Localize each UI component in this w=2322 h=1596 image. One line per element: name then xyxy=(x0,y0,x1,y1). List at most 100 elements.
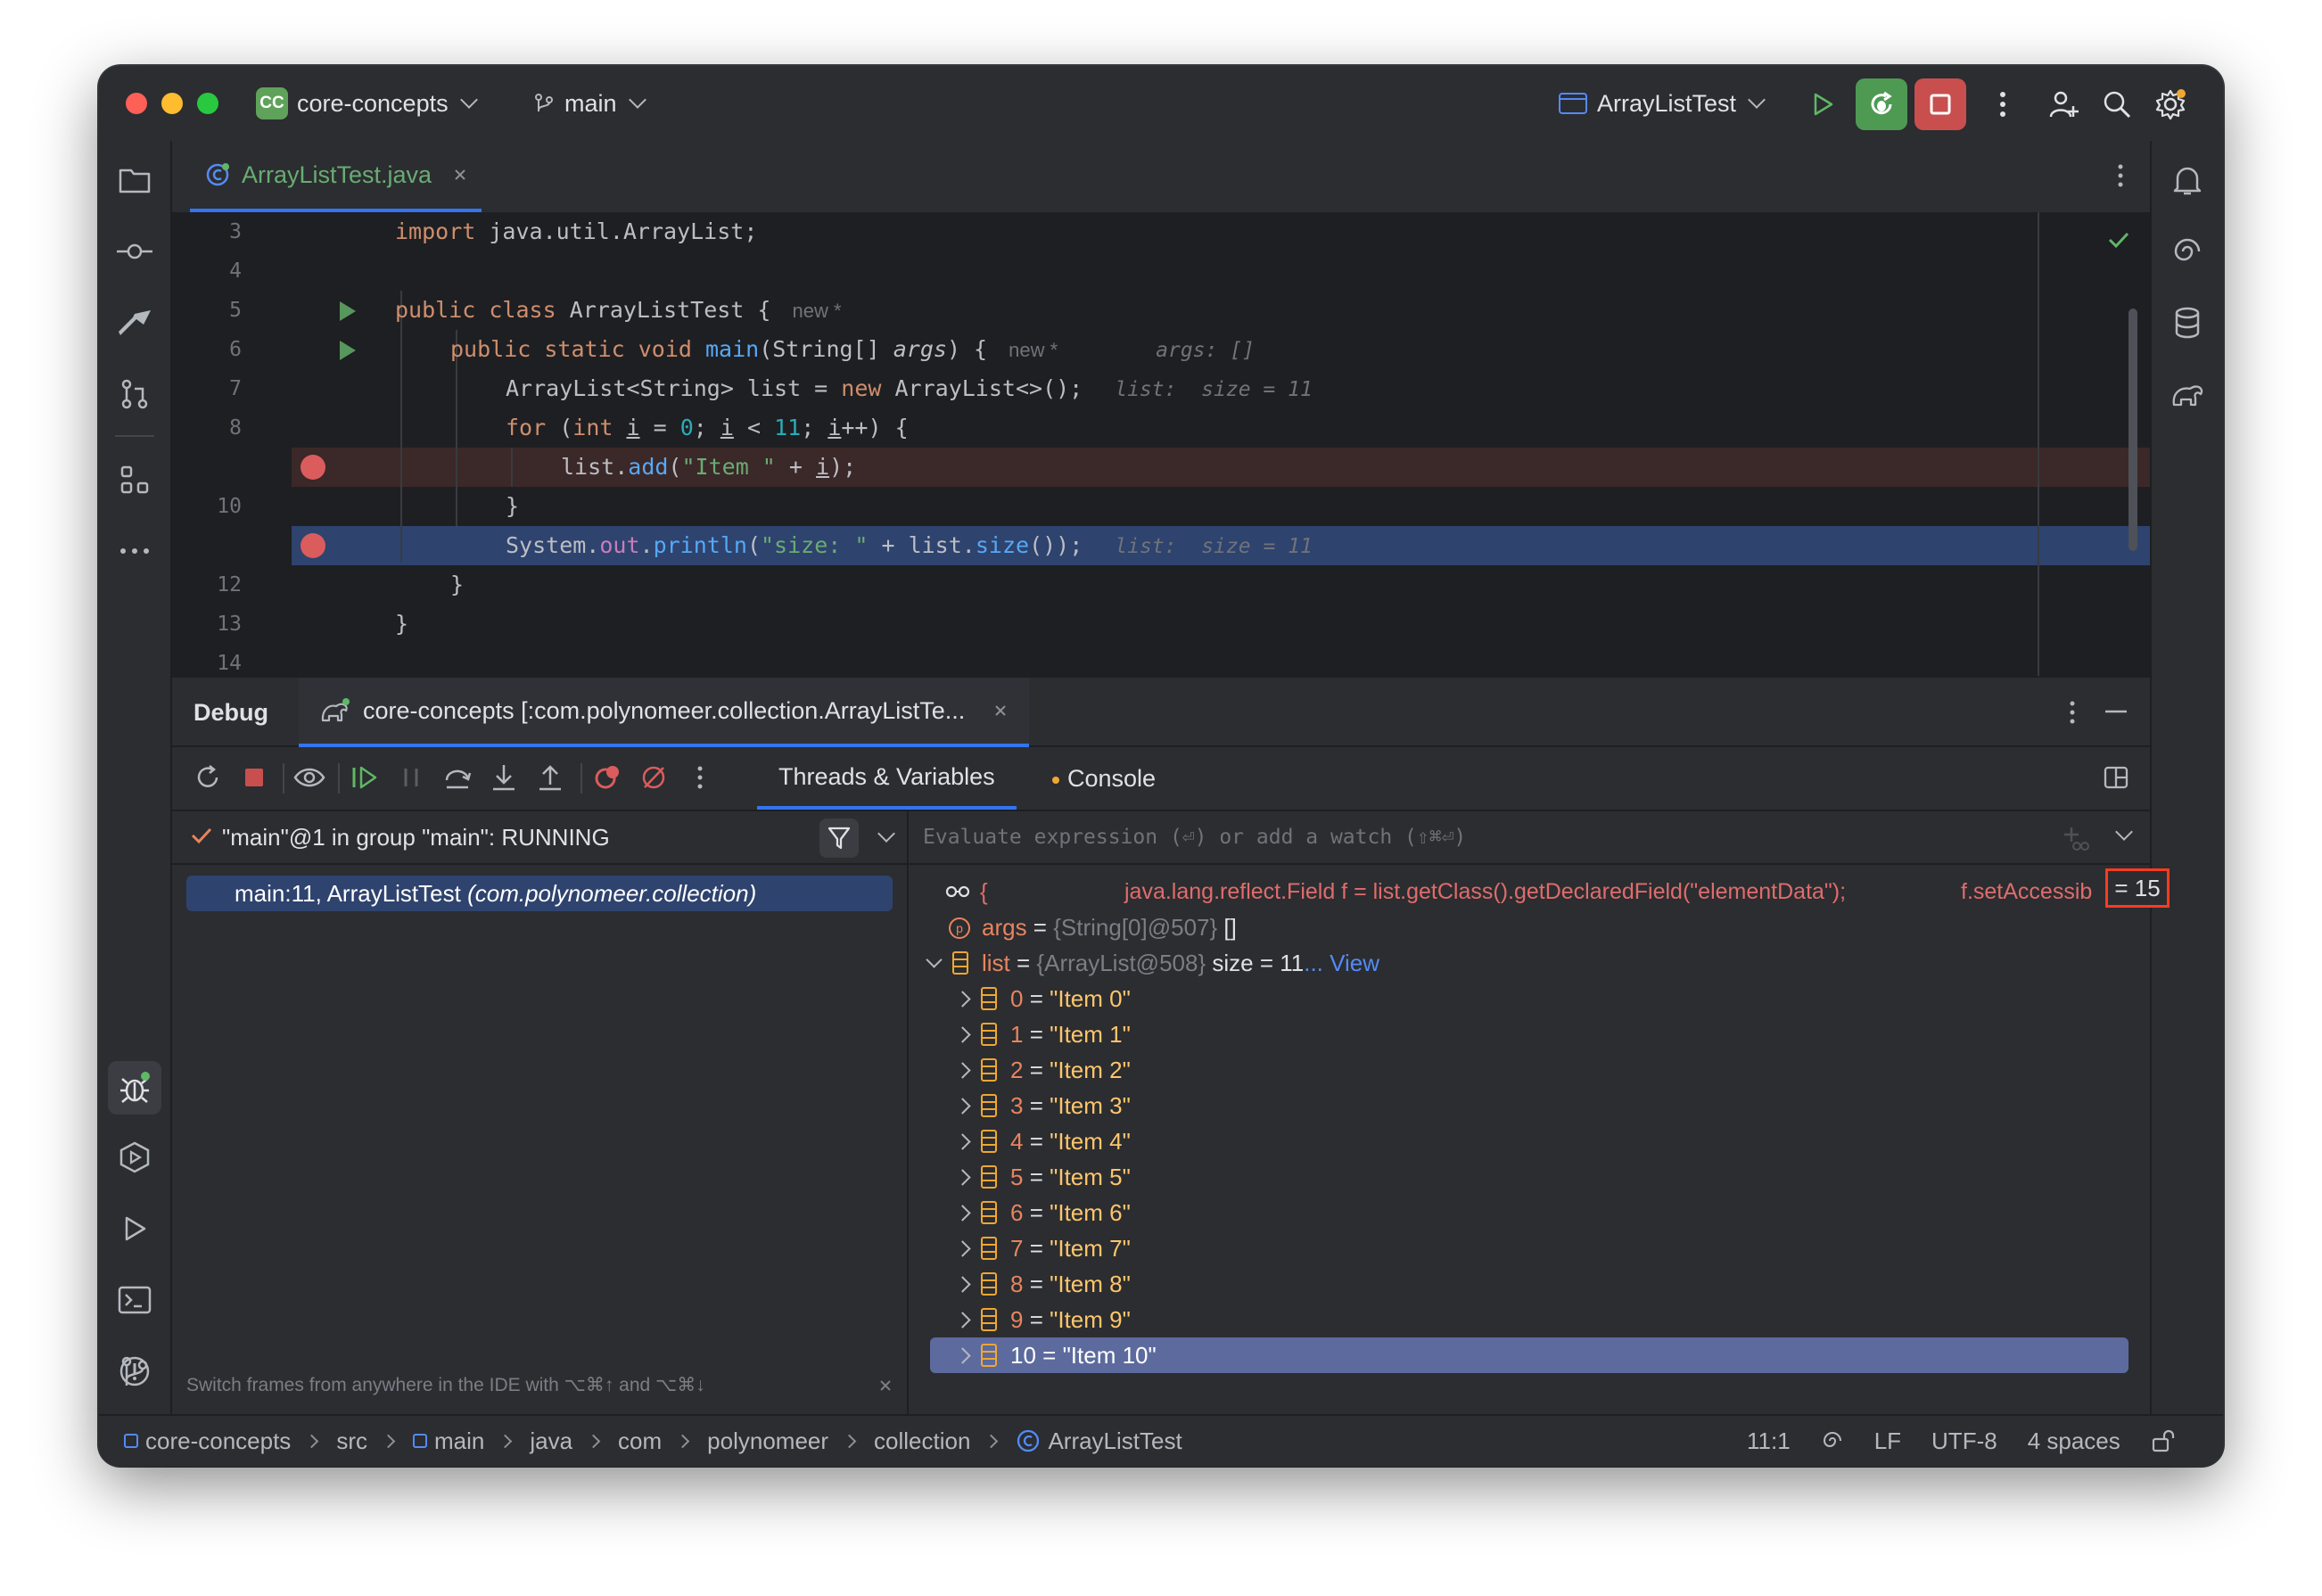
branch-selector[interactable]: main xyxy=(532,84,646,123)
chevron-right-icon[interactable] xyxy=(954,1169,971,1186)
close-tab-icon[interactable] xyxy=(993,703,1008,718)
add-watch-icon[interactable] xyxy=(2063,826,2089,852)
run-button[interactable] xyxy=(1797,78,1849,130)
ai-spiral-icon[interactable] xyxy=(1821,1429,1844,1452)
pause-button[interactable] xyxy=(393,760,429,795)
close-tab-icon[interactable] xyxy=(453,168,467,182)
database-button[interactable] xyxy=(2168,303,2207,342)
stop-button[interactable] xyxy=(1914,78,1966,130)
debug-options-button[interactable] xyxy=(2068,699,2077,726)
search-button[interactable] xyxy=(2091,78,2143,130)
settings-button[interactable] xyxy=(2145,78,2196,130)
author-hint[interactable]: new * xyxy=(1009,339,1058,361)
chevron-right-icon[interactable] xyxy=(954,1026,971,1043)
list-item[interactable]: 5 = "Item 5" xyxy=(909,1159,2150,1195)
list-item[interactable]: 0 = "Item 0" xyxy=(909,981,2150,1016)
tab-threads-variables[interactable]: Threads & Variables xyxy=(757,747,1017,810)
view-all-breakpoints-button[interactable] xyxy=(589,760,625,795)
hide-panel-button[interactable] xyxy=(2105,710,2127,713)
run-config-selector[interactable]: ArrayListTest xyxy=(1558,84,1766,123)
list-item[interactable]: 9 = "Item 9" xyxy=(909,1302,2150,1337)
breadcrumb-item[interactable]: ArrayListTest xyxy=(1048,1416,1182,1466)
unlock-icon[interactable] xyxy=(2151,1428,2178,1453)
list-item-selected[interactable]: 10 = "Item 10" xyxy=(930,1337,2128,1373)
file-encoding[interactable]: UTF-8 xyxy=(1931,1416,1997,1466)
line-separator[interactable]: LF xyxy=(1874,1416,1901,1466)
services-tool-button[interactable] xyxy=(115,1138,154,1177)
breadcrumb-item[interactable]: main xyxy=(434,1416,484,1466)
chevron-right-icon[interactable] xyxy=(954,991,971,1008)
tab-console[interactable]: Console xyxy=(1028,747,1177,810)
author-hint[interactable]: new * xyxy=(792,300,841,322)
evaluate-expression-bar[interactable]: Evaluate expression (⏎) or add a watch (… xyxy=(909,811,2150,865)
chevron-down-icon[interactable] xyxy=(2115,823,2133,841)
evaluate-expression-input[interactable]: Evaluate expression (⏎) or add a watch (… xyxy=(923,811,1466,863)
gradle-button[interactable] xyxy=(2168,374,2207,414)
debug-tool-button[interactable] xyxy=(108,1061,161,1115)
build-tool-button[interactable] xyxy=(115,303,154,342)
notifications-button[interactable] xyxy=(2168,160,2207,200)
breadcrumb-item[interactable]: src xyxy=(336,1416,367,1466)
indent-setting[interactable]: 4 spaces xyxy=(2028,1416,2120,1466)
git-tool-button[interactable] xyxy=(115,1352,154,1391)
project-tool-button[interactable] xyxy=(115,160,154,200)
more-tools-button[interactable] xyxy=(115,531,154,571)
list-item[interactable]: 8 = "Item 8" xyxy=(909,1266,2150,1302)
breadcrumb-item[interactable]: java xyxy=(530,1416,572,1466)
close-hint-icon[interactable] xyxy=(878,1378,893,1393)
breadcrumb-item[interactable]: collection xyxy=(874,1416,970,1466)
breadcrumb-item[interactable]: core-concepts xyxy=(145,1416,291,1466)
stop-debug-button[interactable] xyxy=(236,760,272,795)
resume-button[interactable] xyxy=(347,760,383,795)
thread-selector[interactable]: "main"@1 in group "main": RUNNING xyxy=(172,811,907,865)
breadcrumb-item[interactable]: polynomeer xyxy=(707,1416,828,1466)
variable-row-list[interactable]: list = {ArrayList@508} size = 11... View xyxy=(909,945,2150,981)
debug-button[interactable] xyxy=(1856,78,1907,130)
structure-tool-button[interactable] xyxy=(115,460,154,499)
editor-tab-arraylisttest[interactable]: ArrayListTest.java xyxy=(190,141,482,212)
editor-tabs-menu-button[interactable] xyxy=(2116,162,2125,189)
view-breakpoints-button[interactable] xyxy=(292,760,327,795)
caret-position[interactable]: 11:1 xyxy=(1747,1416,1791,1466)
list-item[interactable]: 7 = "Item 7" xyxy=(909,1230,2150,1266)
project-selector[interactable]: CC core-concepts xyxy=(256,84,478,123)
close-window-button[interactable] xyxy=(126,93,147,114)
rerun-button[interactable] xyxy=(190,760,226,795)
code-editor[interactable]: 3 4 5 6 7 8 10 12 13 14 import java.util… xyxy=(172,212,2150,676)
stack-frame[interactable]: main:11, ArrayListTest (com.polynomeer.c… xyxy=(186,876,893,911)
chevron-right-icon[interactable] xyxy=(954,1276,971,1293)
more-actions-button[interactable] xyxy=(1977,78,2029,130)
chevron-right-icon[interactable] xyxy=(954,1312,971,1329)
debug-session-tab[interactable]: core-concepts [:com.polynomeer.collectio… xyxy=(299,678,1030,747)
watch-row[interactable]: { java.lang.reflect.Field f = list.getCl… xyxy=(909,874,2150,909)
layout-settings-button[interactable] xyxy=(2098,760,2134,795)
more-debug-actions-button[interactable] xyxy=(682,760,718,795)
step-over-button[interactable] xyxy=(440,760,475,795)
pull-requests-tool-button[interactable] xyxy=(115,374,154,414)
list-item[interactable]: 4 = "Item 4" xyxy=(909,1123,2150,1159)
list-item[interactable]: 6 = "Item 6" xyxy=(909,1195,2150,1230)
view-link[interactable]: ... View xyxy=(1304,950,1379,976)
filter-button[interactable] xyxy=(819,819,859,858)
chevron-right-icon[interactable] xyxy=(954,1133,971,1150)
list-item[interactable]: 3 = "Item 3" xyxy=(909,1088,2150,1123)
run-tool-button[interactable] xyxy=(115,1209,154,1248)
chevron-right-icon[interactable] xyxy=(954,1098,971,1115)
mute-breakpoints-button[interactable] xyxy=(636,760,671,795)
chevron-down-icon[interactable] xyxy=(877,825,895,843)
commit-tool-button[interactable] xyxy=(115,232,154,271)
variable-row-args[interactable]: p args = {String[0]@507} [] xyxy=(909,909,2150,945)
list-item[interactable]: 2 = "Item 2" xyxy=(909,1052,2150,1088)
chevron-down-icon[interactable] xyxy=(926,951,943,968)
zoom-window-button[interactable] xyxy=(197,93,218,114)
chevron-right-icon[interactable] xyxy=(954,1062,971,1079)
code-with-me-button[interactable] xyxy=(2038,78,2089,130)
chevron-right-icon[interactable] xyxy=(954,1347,971,1364)
chevron-right-icon[interactable] xyxy=(954,1240,971,1257)
step-into-button[interactable] xyxy=(486,760,522,795)
list-item[interactable]: 1 = "Item 1" xyxy=(909,1016,2150,1052)
chevron-right-icon[interactable] xyxy=(954,1205,971,1222)
ai-assistant-button[interactable] xyxy=(2168,232,2207,271)
terminal-tool-button[interactable] xyxy=(115,1280,154,1320)
breadcrumb-item[interactable]: com xyxy=(618,1416,662,1466)
